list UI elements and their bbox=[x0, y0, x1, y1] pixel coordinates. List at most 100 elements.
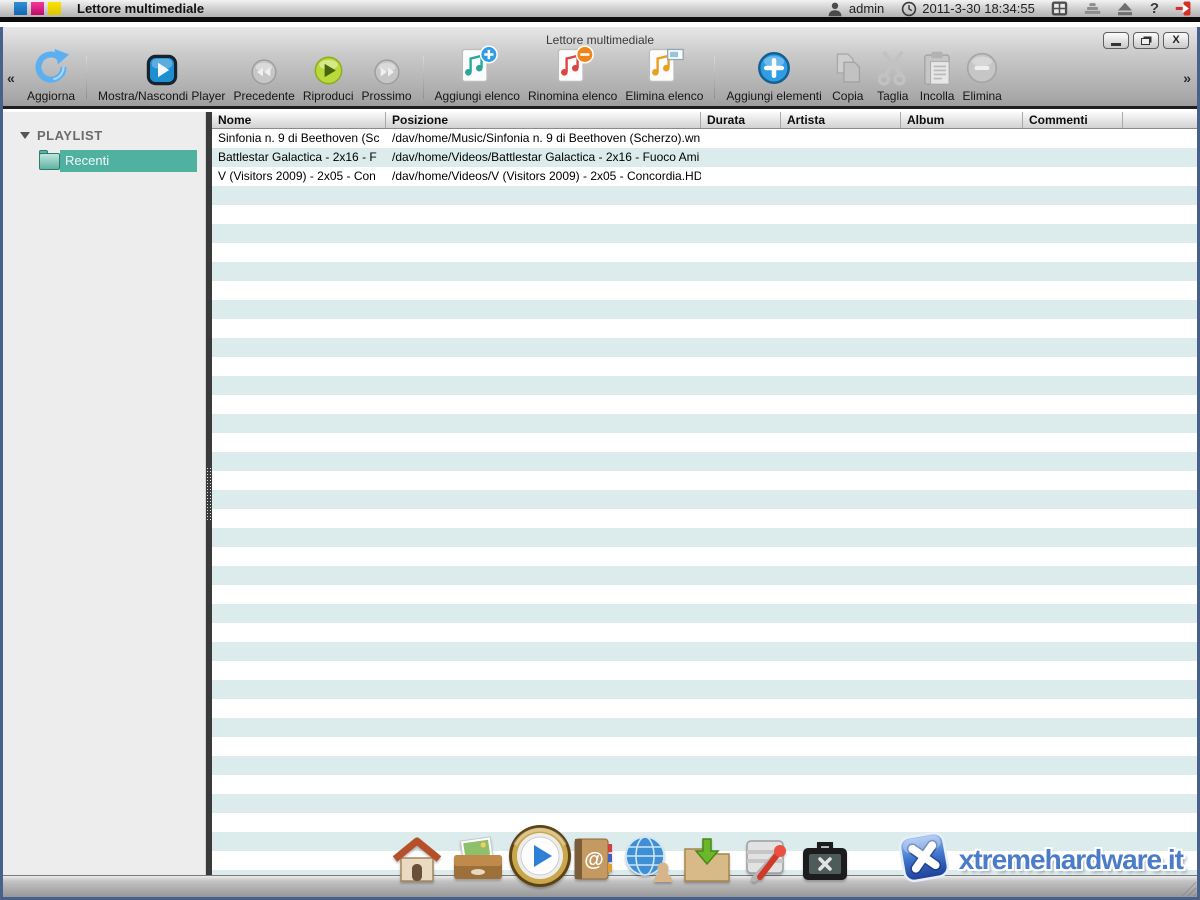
cell-album bbox=[901, 148, 1023, 167]
desktop-taskbar: Lettore multimediale admin 2011-3-30 18:… bbox=[0, 0, 1200, 22]
windows-grid-icon bbox=[1051, 0, 1068, 17]
eject-icon bbox=[1117, 0, 1134, 17]
player-toggle-icon bbox=[146, 46, 178, 88]
cell-posizione: /dav/home/Videos/Battlestar Galactica - … bbox=[386, 148, 701, 167]
table-header-row: Nome Posizione Durata Artista Album Comm… bbox=[212, 112, 1197, 129]
window-title: Lettore multimediale bbox=[3, 28, 1197, 47]
delete-items-label: Elimina bbox=[962, 88, 1001, 103]
background-tasks-button[interactable] bbox=[1084, 0, 1101, 17]
column-header-empty bbox=[1123, 112, 1197, 128]
play-label: Riproduci bbox=[303, 88, 354, 103]
user-name: admin bbox=[849, 1, 884, 16]
contacts-icon[interactable]: @ bbox=[567, 835, 615, 888]
system-tools-icon[interactable] bbox=[799, 837, 851, 888]
refresh-button[interactable]: Aggiorna bbox=[23, 46, 79, 103]
eject-button[interactable] bbox=[1117, 0, 1134, 17]
column-header-album[interactable]: Album bbox=[901, 112, 1023, 128]
add-playlist-button[interactable]: Aggiungi elenco bbox=[431, 46, 524, 103]
playlist-section[interactable]: PLAYLIST bbox=[3, 128, 205, 143]
column-header-nome[interactable]: Nome bbox=[212, 112, 386, 128]
delete-playlist-button[interactable]: Elimina elenco bbox=[621, 46, 707, 103]
cell-nome: V (Visitors 2009) - 2x05 - Con bbox=[212, 167, 386, 186]
delete-playlist-icon bbox=[643, 46, 685, 88]
logout-button[interactable] bbox=[1175, 0, 1192, 17]
rename-playlist-icon bbox=[552, 46, 594, 88]
home-icon[interactable] bbox=[391, 837, 443, 888]
table-body: Sinfonia n. 9 di Beethoven (Sc /dav/home… bbox=[212, 129, 1197, 875]
cell-durata bbox=[701, 167, 781, 186]
cell-commenti bbox=[1023, 129, 1123, 148]
stack-icon bbox=[1084, 0, 1101, 17]
next-icon bbox=[373, 46, 401, 88]
play-button[interactable]: Riproduci bbox=[299, 46, 358, 103]
rename-playlist-button[interactable]: Rinomina elenco bbox=[524, 46, 621, 103]
copy-label: Copia bbox=[832, 88, 863, 103]
playlist-section-label: PLAYLIST bbox=[37, 128, 103, 143]
window-titlebar: Lettore multimediale X « » Aggiorna bbox=[3, 27, 1197, 109]
table-row[interactable]: Battlestar Galactica - 2x16 - F /dav/hom… bbox=[212, 148, 1197, 167]
column-header-durata[interactable]: Durata bbox=[701, 112, 781, 128]
cell-durata bbox=[701, 148, 781, 167]
next-label: Prossimo bbox=[362, 88, 412, 103]
restore-button[interactable] bbox=[1133, 32, 1159, 49]
watermark-text: xtremehardware.it bbox=[959, 844, 1183, 876]
table-row[interactable]: V (Visitors 2009) - 2x05 - Con /dav/home… bbox=[212, 167, 1197, 186]
restore-icon bbox=[1141, 38, 1150, 45]
sidebar-item-recenti[interactable]: Recenti bbox=[39, 150, 205, 172]
splitter-grip-icon bbox=[206, 467, 212, 521]
logout-icon bbox=[1175, 0, 1192, 17]
add-playlist-icon bbox=[456, 46, 498, 88]
cell-artista bbox=[781, 167, 901, 186]
brand-square-magenta bbox=[31, 2, 44, 15]
paste-button[interactable]: Incolla bbox=[916, 46, 959, 103]
download-station-icon[interactable] bbox=[681, 837, 733, 888]
brand-square-yellow bbox=[48, 2, 61, 15]
delete-items-icon bbox=[964, 46, 1000, 88]
minimize-icon bbox=[1111, 43, 1121, 46]
cell-artista bbox=[781, 148, 901, 167]
storage-tools-icon[interactable] bbox=[740, 835, 792, 888]
delete-items-button[interactable]: Elimina bbox=[958, 46, 1005, 103]
open-windows-button[interactable] bbox=[1051, 0, 1068, 17]
sidebar-splitter[interactable] bbox=[206, 112, 212, 875]
toolbar-separator bbox=[714, 56, 715, 99]
cell-commenti bbox=[1023, 148, 1123, 167]
svg-text:@: @ bbox=[584, 849, 604, 871]
show-hide-player-button[interactable]: Mostra/Nascondi Player bbox=[94, 46, 229, 103]
datetime-text: 2011-3-30 18:34:55 bbox=[922, 1, 1035, 16]
cut-button[interactable]: Taglia bbox=[870, 46, 916, 103]
copy-button[interactable]: Copia bbox=[826, 46, 870, 103]
minimize-button[interactable] bbox=[1103, 32, 1129, 49]
toolbar: Aggiorna Mostra/Nascondi Player bbox=[3, 48, 1197, 106]
toolbar-separator bbox=[86, 56, 87, 99]
media-player-icon[interactable] bbox=[507, 823, 573, 894]
close-button[interactable]: X bbox=[1163, 32, 1189, 49]
column-header-commenti[interactable]: Commenti bbox=[1023, 112, 1123, 128]
add-items-button[interactable]: Aggiungi elementi bbox=[722, 46, 825, 103]
taskbar-app-title: Lettore multimediale bbox=[77, 1, 204, 16]
dock: @ bbox=[391, 823, 858, 888]
column-header-artista[interactable]: Artista bbox=[781, 112, 901, 128]
web-services-icon[interactable] bbox=[622, 835, 674, 888]
table-row[interactable]: Sinfonia n. 9 di Beethoven (Sc /dav/home… bbox=[212, 129, 1197, 148]
watermark: xtremehardware.it bbox=[897, 830, 1183, 889]
cell-nome: Battlestar Galactica - 2x16 - F bbox=[212, 148, 386, 167]
column-header-posizione[interactable]: Posizione bbox=[386, 112, 701, 128]
delete-playlist-label: Elimina elenco bbox=[625, 88, 703, 103]
previous-icon bbox=[250, 46, 278, 88]
help-button[interactable]: ? bbox=[1150, 0, 1159, 17]
cell-commenti bbox=[1023, 167, 1123, 186]
play-icon bbox=[313, 46, 344, 88]
toolbar-separator bbox=[423, 56, 424, 99]
copy-icon bbox=[830, 46, 866, 88]
cell-posizione: /dav/home/Videos/V (Visitors 2009) - 2x0… bbox=[386, 167, 701, 186]
photo-station-icon[interactable] bbox=[450, 835, 506, 888]
user-menu[interactable]: admin bbox=[827, 0, 884, 17]
cell-nome: Sinfonia n. 9 di Beethoven (Sc bbox=[212, 129, 386, 148]
add-items-label: Aggiungi elementi bbox=[726, 88, 821, 103]
cell-album bbox=[901, 167, 1023, 186]
previous-button[interactable]: Precedente bbox=[229, 46, 298, 103]
add-items-icon bbox=[756, 46, 792, 88]
clock-area: 2011-3-30 18:34:55 bbox=[900, 0, 1035, 17]
next-button[interactable]: Prossimo bbox=[358, 46, 416, 103]
